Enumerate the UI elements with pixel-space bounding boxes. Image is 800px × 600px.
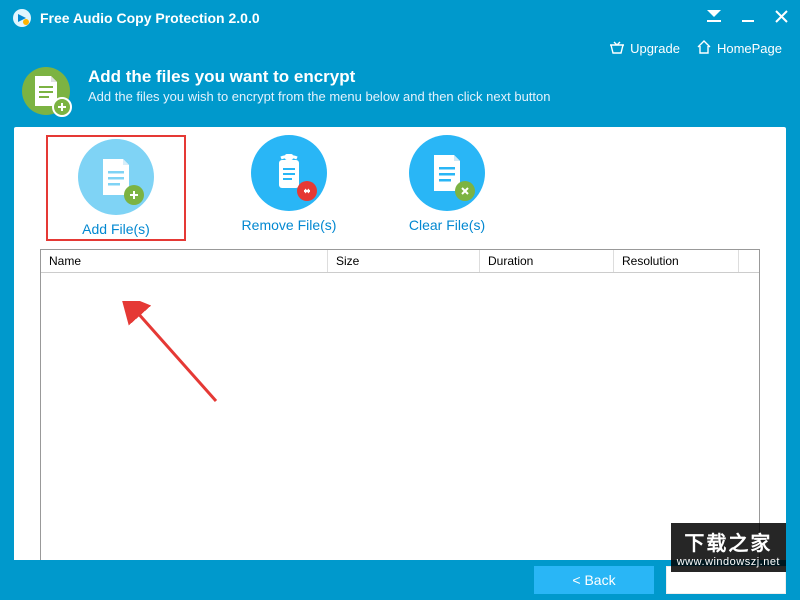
app-title: Free Audio Copy Protection 2.0.0 <box>40 10 707 26</box>
table-body[interactable] <box>41 273 759 574</box>
col-size[interactable]: Size <box>328 250 480 272</box>
clear-badge-icon <box>455 181 475 201</box>
upgrade-label: Upgrade <box>630 41 680 56</box>
homepage-label: HomePage <box>717 41 782 56</box>
clear-files-label: Clear File(s) <box>409 217 485 233</box>
col-spacer <box>739 250 759 272</box>
col-duration[interactable]: Duration <box>480 250 614 272</box>
main-panel: Add File(s) Remove File(s) <box>14 127 786 589</box>
app-logo-icon <box>12 8 32 28</box>
add-files-icon <box>78 139 154 215</box>
add-files-button[interactable]: Add File(s) <box>46 135 186 241</box>
back-label: < Back <box>572 572 615 588</box>
upgrade-link[interactable]: Upgrade <box>609 40 680 57</box>
watermark-url: www.windowszj.net <box>677 556 780 568</box>
remove-badge-icon <box>297 181 317 201</box>
page-title: Add the files you want to encrypt <box>88 67 550 87</box>
window-controls <box>707 10 788 27</box>
watermark-text: 下载之家 <box>677 527 780 556</box>
clear-files-button[interactable]: Clear File(s) <box>392 135 502 241</box>
remove-files-button[interactable]: Remove File(s) <box>234 135 344 241</box>
homepage-link[interactable]: HomePage <box>696 40 782 57</box>
plus-badge-icon <box>124 185 144 205</box>
remove-files-icon <box>251 135 327 211</box>
clear-files-icon <box>409 135 485 211</box>
title-bar: Free Audio Copy Protection 2.0.0 <box>0 0 800 36</box>
minimize-icon[interactable] <box>741 10 755 27</box>
remove-files-label: Remove File(s) <box>242 217 337 233</box>
top-bar: Upgrade HomePage <box>0 36 800 67</box>
page-header: Add the files you want to encrypt Add th… <box>0 67 800 127</box>
action-bar: Add File(s) Remove File(s) <box>14 127 786 247</box>
header-file-add-icon <box>22 67 70 115</box>
add-files-label: Add File(s) <box>82 221 150 237</box>
col-name[interactable]: Name <box>41 250 328 272</box>
pin-icon[interactable] <box>707 10 721 27</box>
page-subtitle: Add the files you wish to encrypt from t… <box>88 89 550 104</box>
home-icon <box>696 40 712 57</box>
close-icon[interactable] <box>775 10 788 27</box>
table-header: Name Size Duration Resolution <box>41 250 759 273</box>
file-table: Name Size Duration Resolution <box>40 249 760 575</box>
watermark: 下载之家 www.windowszj.net <box>671 523 786 572</box>
header-text: Add the files you want to encrypt Add th… <box>88 67 550 104</box>
col-resolution[interactable]: Resolution <box>614 250 739 272</box>
annotation-arrow-icon <box>121 301 231 421</box>
basket-icon <box>609 40 625 57</box>
back-button[interactable]: < Back <box>534 566 654 594</box>
